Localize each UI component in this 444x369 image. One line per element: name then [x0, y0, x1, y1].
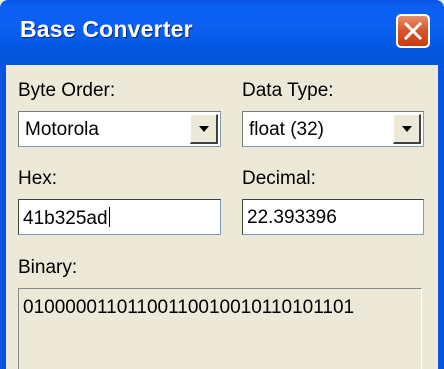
title-bar[interactable]: Base Converter	[0, 0, 444, 65]
decimal-label: Decimal:	[242, 168, 316, 189]
data-type-selected: float (32)	[249, 119, 324, 140]
byte-order-selected: Motorola	[25, 119, 99, 140]
window-frame-right	[438, 65, 444, 369]
byte-order-dropdown-button[interactable]	[190, 114, 218, 144]
binary-value: 01000001101100110010010110101101	[23, 297, 355, 318]
hex-input[interactable]: 41b325ad	[18, 199, 221, 235]
text-caret	[108, 207, 110, 227]
window-frame-left	[0, 65, 6, 369]
chevron-down-icon	[199, 126, 209, 132]
hex-value: 41b325ad	[23, 208, 108, 229]
byte-order-dropdown[interactable]: Motorola	[18, 111, 221, 147]
close-button[interactable]	[396, 14, 430, 48]
chevron-down-icon	[402, 126, 412, 132]
data-type-dropdown-button[interactable]	[393, 114, 421, 144]
close-icon	[404, 22, 422, 40]
data-type-dropdown[interactable]: float (32)	[242, 111, 424, 147]
binary-label: Binary:	[18, 257, 78, 278]
decimal-value: 22.393396	[247, 207, 337, 228]
hex-label: Hex:	[18, 168, 58, 189]
binary-output: 01000001101100110010010110101101	[18, 288, 422, 369]
base-converter-window: Base Converter Byte Order: Motorola Data…	[0, 0, 444, 369]
window-title: Base Converter	[20, 16, 193, 42]
byte-order-label: Byte Order:	[18, 80, 116, 101]
decimal-input[interactable]: 22.393396	[242, 199, 424, 235]
data-type-label: Data Type:	[242, 80, 334, 101]
